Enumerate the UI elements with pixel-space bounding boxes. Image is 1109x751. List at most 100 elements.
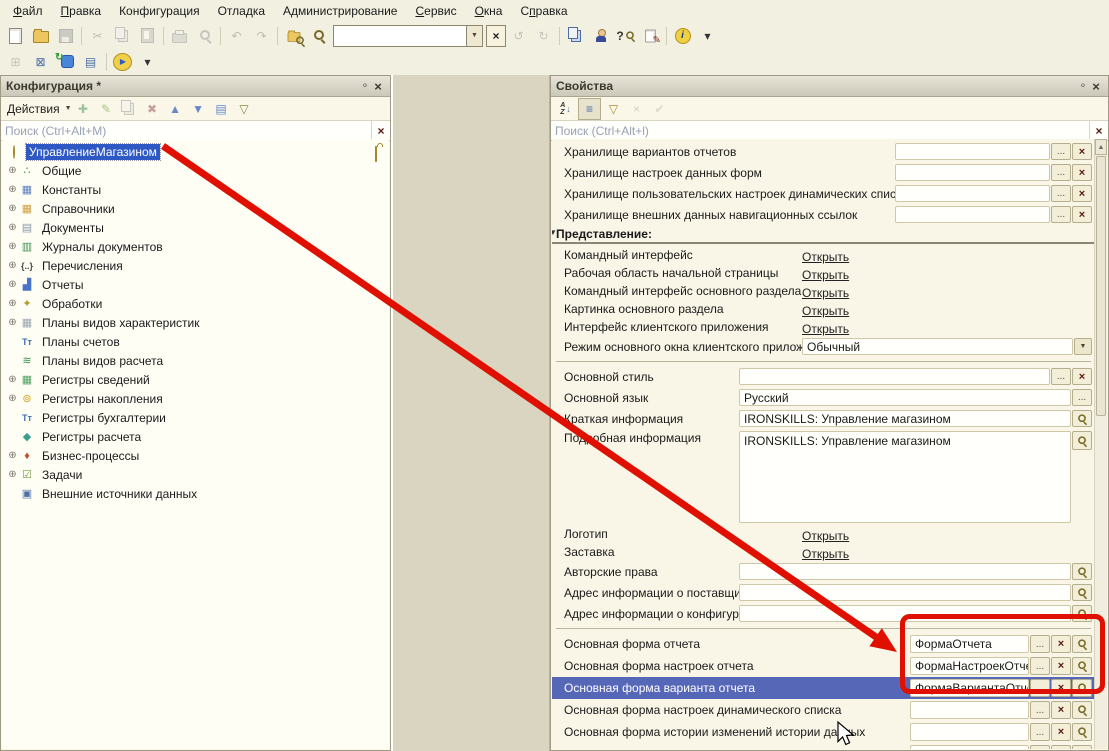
property-row-23[interactable]: Основная форма настроек отчетаФормаНастр… — [552, 655, 1095, 677]
clear-button[interactable]: × — [1072, 164, 1092, 181]
zoom-search-button[interactable] — [307, 25, 330, 47]
toolbar-search-input[interactable] — [333, 25, 466, 47]
tree-item-18[interactable]: ▣Внешние источники данных — [2, 484, 389, 503]
expander-icon[interactable]: ⊕ — [6, 241, 19, 252]
choose-button[interactable]: ... — [1072, 389, 1092, 406]
expander-icon[interactable]: ⊕ — [6, 260, 19, 271]
choose-button[interactable]: ... — [1051, 164, 1071, 181]
search-clear-button[interactable]: × — [486, 25, 506, 47]
chevron-down-icon[interactable]: ▼ — [1074, 338, 1092, 355]
open-link[interactable]: Открыть — [802, 320, 849, 334]
choose-button[interactable]: ... — [1051, 206, 1071, 223]
find-in-files-button[interactable] — [282, 25, 305, 47]
tree-item-12[interactable]: ⊕▦Регистры сведений — [2, 370, 389, 389]
filter-settings-button[interactable]: ▽ — [603, 99, 624, 119]
expander-icon[interactable]: ⊕ — [6, 184, 19, 195]
magnifier-button[interactable] — [1072, 745, 1092, 749]
syntax-check-button[interactable] — [589, 25, 612, 47]
property-row-16[interactable]: ЛоготипОткрыть — [552, 525, 1095, 543]
property-row-19[interactable]: Адрес информации о поставщике — [552, 582, 1095, 603]
property-value-field[interactable] — [910, 723, 1029, 741]
property-row-12[interactable]: Основной стиль...× — [552, 366, 1095, 387]
paste-button[interactable] — [136, 25, 159, 47]
window-copy-button[interactable] — [564, 25, 587, 47]
clear-button[interactable]: × — [1051, 745, 1071, 749]
property-value-field[interactable] — [895, 206, 1050, 223]
move-up-button[interactable]: ▲ — [165, 99, 186, 119]
redo-button[interactable]: ↷ — [250, 25, 273, 47]
expander-icon[interactable]: ⊕ — [6, 279, 19, 290]
tree-item-3[interactable]: ⊕▦Справочники — [2, 199, 389, 218]
menu-item-5[interactable]: Сервис — [406, 1, 465, 21]
magnifier-button[interactable] — [1072, 657, 1092, 675]
sort-list-button[interactable]: ▤ — [211, 99, 232, 119]
property-row-5[interactable]: Командный интерфейсОткрыть — [552, 246, 1095, 264]
tree-item-8[interactable]: ⊕✦Обработки — [2, 294, 389, 313]
forward-button[interactable]: ↻ — [532, 25, 555, 47]
tree-item-14[interactable]: TтРегистры бухгалтерии — [2, 408, 389, 427]
clear-button[interactable]: × — [1051, 635, 1071, 653]
tree-item-1[interactable]: ⊕∴Общие — [2, 161, 389, 180]
menu-item-2[interactable]: Конфигурация — [110, 1, 209, 21]
choose-button[interactable]: ... — [1030, 723, 1050, 741]
clear-button[interactable]: × — [626, 99, 647, 119]
help-search-button[interactable]: ? — [614, 25, 637, 47]
property-value-field[interactable] — [910, 701, 1029, 719]
property-value-field[interactable]: ФормаВариантаОтчета — [910, 679, 1029, 697]
info-button[interactable]: i — [671, 25, 694, 47]
tree-item-2[interactable]: ⊕▦Константы — [2, 180, 389, 199]
property-value-field[interactable] — [739, 584, 1071, 601]
menu-item-3[interactable]: Отладка — [209, 1, 274, 21]
magnifier-button[interactable] — [1072, 701, 1092, 719]
property-row-2[interactable]: Хранилище пользовательских настроек дина… — [552, 183, 1095, 204]
property-row-4[interactable]: Представление:▼ — [552, 225, 1095, 244]
configuration-search-input[interactable] — [1, 121, 371, 140]
choose-button[interactable]: ... — [1030, 657, 1050, 675]
edit-button[interactable]: ✎ — [96, 99, 117, 119]
property-row-26[interactable]: Основная форма истории изменений истории… — [552, 721, 1095, 743]
magnifier-button[interactable] — [1072, 584, 1092, 601]
edit-document-button[interactable]: ✎ — [639, 25, 662, 47]
expander-icon[interactable]: ⊕ — [6, 374, 19, 385]
clear-button[interactable]: × — [1051, 723, 1071, 741]
property-row-15[interactable]: Подробная информацияIRONSKILLS: Управлен… — [552, 429, 1095, 525]
property-row-25[interactable]: Основная форма настроек динамического сп… — [552, 699, 1095, 721]
menu-item-0[interactable]: Файл — [4, 1, 52, 21]
more-dropdown-button[interactable]: ▾ — [136, 51, 159, 73]
property-row-7[interactable]: Командный интерфейс основного разделаОтк… — [552, 282, 1095, 300]
property-value-field[interactable] — [895, 185, 1050, 202]
search-clear-icon[interactable]: × — [1089, 121, 1108, 140]
close-window-button[interactable]: ⊠ — [29, 51, 52, 73]
copy-item-button[interactable] — [119, 99, 140, 119]
property-value-field[interactable]: Обычный — [802, 338, 1073, 355]
choose-button[interactable]: ... — [1051, 368, 1071, 385]
chevron-down-icon[interactable]: ▼ — [466, 25, 483, 47]
expander-icon[interactable]: ⊕ — [6, 317, 19, 328]
choose-button[interactable]: ... — [1051, 143, 1071, 160]
categories-button[interactable]: ≡ — [578, 98, 601, 120]
tree-item-9[interactable]: ⊕▦Планы видов характеристик — [2, 313, 389, 332]
choose-button[interactable]: ... — [1051, 185, 1071, 202]
property-row-13[interactable]: Основной языкРусский... — [552, 387, 1095, 408]
property-row-24[interactable]: Основная форма варианта отчетаФормаВариа… — [552, 677, 1095, 699]
property-row-9[interactable]: Интерфейс клиентского приложенияОткрыть — [552, 318, 1095, 336]
property-value-field[interactable]: IRONSKILLS: Управление магазином — [739, 410, 1071, 427]
tree-item-15[interactable]: ◆Регистры расчета — [2, 427, 389, 446]
property-row-27[interactable]: Основная форма данных версии истории дан… — [552, 743, 1095, 749]
tree-item-17[interactable]: ⊕☑Задачи — [2, 465, 389, 484]
property-value-field[interactable] — [895, 164, 1050, 181]
filter-button[interactable]: ▽ — [234, 99, 255, 119]
tree-item-10[interactable]: TтПланы счетов — [2, 332, 389, 351]
property-row-1[interactable]: Хранилище настроек данных форм...× — [552, 162, 1095, 183]
new-document-button[interactable] — [4, 25, 27, 47]
tree-item-5[interactable]: ⊕▥Журналы документов — [2, 237, 389, 256]
undo-button[interactable]: ↶ — [225, 25, 248, 47]
choose-button[interactable]: ... — [1030, 635, 1050, 653]
expander-icon[interactable]: ⊕ — [6, 203, 19, 214]
expander-icon[interactable]: ⊕ — [6, 222, 19, 233]
expander-icon[interactable]: ⊕ — [6, 298, 19, 309]
move-down-button[interactable]: ▼ — [188, 99, 209, 119]
clear-button[interactable]: × — [1051, 701, 1071, 719]
clear-button[interactable]: × — [1072, 368, 1092, 385]
tree-item-7[interactable]: ⊕▟Отчеты — [2, 275, 389, 294]
